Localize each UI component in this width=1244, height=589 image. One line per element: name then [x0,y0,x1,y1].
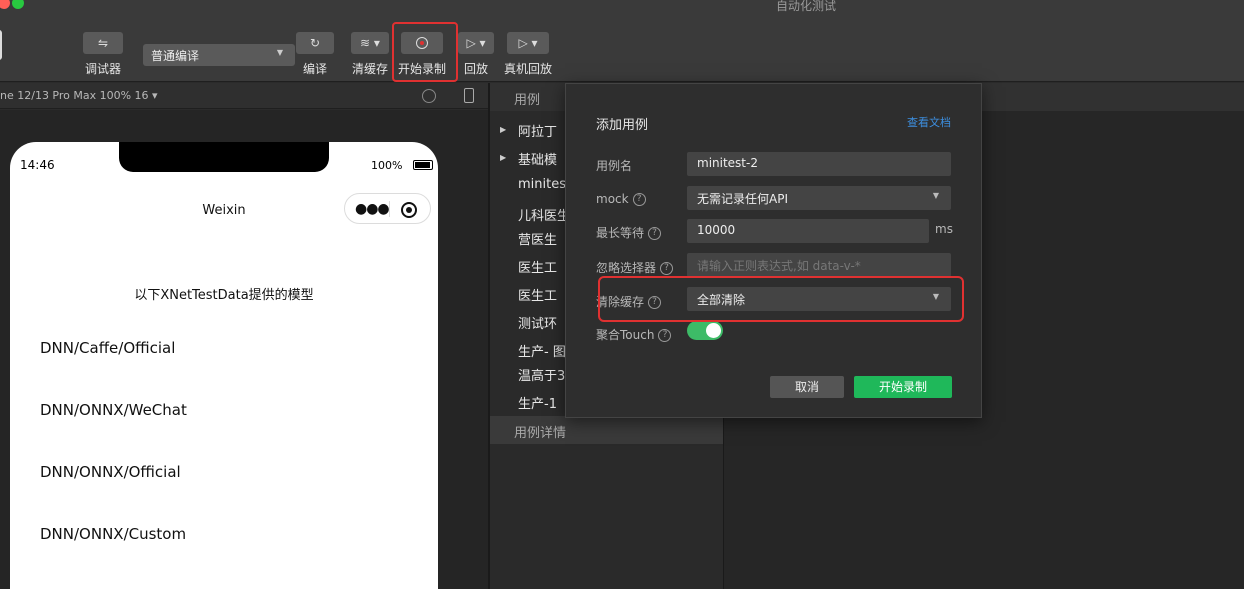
list-item[interactable]: DNN/Caffe/Official [40,339,175,357]
case-item[interactable]: 生产- 图 [518,341,566,360]
max-wait-label-row: 最长等待? [596,224,662,241]
case-item[interactable]: 营医生 [518,229,557,248]
help-icon[interactable]: ? [648,227,662,240]
case-details-header: 用例详情 [490,416,723,444]
compile-mode-value: 普通编译 [151,49,200,63]
case-item[interactable]: 生产-1 [518,393,557,412]
list-item[interactable]: DNN/ONNX/WeChat [40,401,187,419]
case-item[interactable]: 测试环 [518,313,557,332]
title-bar: 自动化测试 [0,0,1244,13]
toolbar: ⇋ 调试器 普通编译 ▼ ↻ 编译 ≋ ▾ 清缓存 开始录制 ▷ ▾ 回放 ▷ … [0,12,1244,82]
case-item[interactable]: 基础模 [518,149,557,168]
chevron-down-icon: ▼ [276,48,283,57]
expand-icon[interactable]: ▶ [500,153,506,162]
phone-screen: 14:46 100% Weixin ●●● 以下XNetTestData提供的模… [10,142,438,589]
more-icon[interactable]: ●●● [355,201,390,217]
debugger-icon[interactable]: ⇋ [83,32,123,54]
capsule-divider [389,201,390,217]
mock-select[interactable]: 无需记录任何API ▼ [687,186,951,210]
case-item[interactable]: minites [518,177,566,192]
page-heading: 以下XNetTestData提供的模型 [134,288,314,303]
view-docs-link[interactable]: 查看文档 [907,114,951,130]
list-item[interactable]: DNN/ONNX/Custom [40,525,186,543]
menu-capsule[interactable]: ●●● [344,193,431,224]
ignore-selector-input[interactable]: 请输入正则表达式,如 data-v-* [687,253,951,277]
case-name-input[interactable]: minitest-2 [687,152,951,176]
record-highlight [392,22,458,82]
case-item[interactable]: 医生工 [518,285,557,304]
ignore-selector-label-row: 忽略选择器? [596,259,674,276]
merge-touch-label-row: 聚合Touch? [596,326,672,343]
phone-icon[interactable] [464,88,474,103]
compile-tool[interactable]: ↻ 编译 [296,32,334,77]
replay-tool[interactable]: ▷ ▾ 回放 [458,32,494,77]
add-case-dialog: 添加用例 查看文档 用例名 minitest-2 mock? 无需记录任何API… [565,83,982,418]
compile-label: 编译 [302,62,327,76]
merge-touch-toggle[interactable] [687,321,723,340]
help-icon[interactable]: ? [658,329,672,342]
mock-value: 无需记录任何API [697,192,788,206]
toggle-knob [706,323,721,338]
dialog-title: 添加用例 [596,118,649,133]
rotate-icon[interactable] [422,89,436,103]
compile-mode-select[interactable]: 普通编译 ▼ [143,44,295,66]
device-replay-label: 真机回放 [504,62,553,76]
expand-icon[interactable]: ▶ [500,125,506,134]
ignore-selector-label: 忽略选择器 [596,261,657,275]
chevron-down-icon: ▼ [932,191,939,200]
replay-label: 回放 [463,62,488,76]
help-icon[interactable]: ? [660,262,674,275]
list-item[interactable]: DNN/ONNX/Official [40,463,181,481]
start-record-button[interactable]: 开始录制 [854,376,952,398]
debugger-tool[interactable]: ⇋ 调试器 [83,32,123,77]
maximize-window-button[interactable] [12,0,24,9]
phone-notch [119,142,329,172]
close-window-button[interactable] [0,0,10,9]
avatar[interactable] [0,30,2,60]
refresh-icon[interactable]: ↻ [296,32,334,54]
max-wait-unit: ms [935,222,953,236]
max-wait-label: 最长等待 [596,226,645,240]
play-icon[interactable]: ▷ ▾ [458,32,494,54]
device-select[interactable]: ne 12/13 Pro Max 100% 16 ▾ [0,89,158,102]
mock-label-row: mock? [596,192,646,206]
help-icon[interactable]: ? [632,193,646,206]
max-wait-input[interactable]: 10000 [687,219,929,243]
battery-icon [413,160,433,170]
clear-cache-label: 清缓存 [351,62,388,76]
play-icon[interactable]: ▷ ▾ [507,32,549,54]
debugger-label: 调试器 [84,62,121,76]
close-miniprogram-icon[interactable] [401,202,417,218]
case-item[interactable]: 医生工 [518,257,557,276]
device-replay-tool[interactable]: ▷ ▾ 真机回放 [504,32,552,77]
merge-touch-label: 聚合Touch [596,328,655,342]
layers-icon[interactable]: ≋ ▾ [351,32,389,54]
clear-cache-highlight [598,276,964,322]
case-item[interactable]: 温高于3 [518,365,565,384]
cancel-button[interactable]: 取消 [770,376,844,398]
mock-label: mock [596,192,629,206]
battery-text: 100% [371,159,403,172]
clear-cache-tool[interactable]: ≋ ▾ 清缓存 [351,32,389,77]
case-item[interactable]: 儿科医生 [518,205,570,224]
status-time: 14:46 [20,158,55,172]
case-name-label: 用例名 [596,159,633,173]
simulator-bar: ne 12/13 Pro Max 100% 16 ▾ [0,83,488,109]
case-item[interactable]: 阿拉丁 [518,121,557,140]
